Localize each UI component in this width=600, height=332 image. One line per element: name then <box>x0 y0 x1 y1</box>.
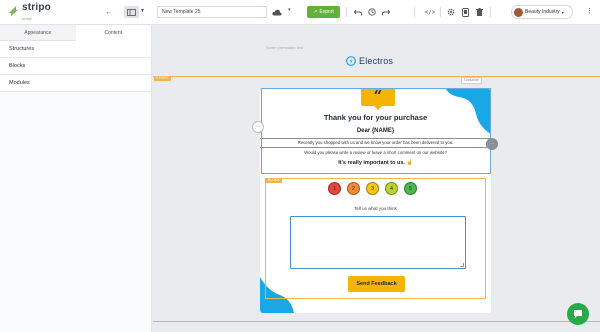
toolbar-divider <box>414 7 415 17</box>
back-arrow-icon[interactable]: ← <box>104 7 114 17</box>
logo-name: stripo <box>22 2 51 13</box>
stripe-guide-line <box>153 321 600 322</box>
chevron-down-icon: ▾ <box>561 9 564 15</box>
code-icon[interactable]: </> <box>424 6 436 18</box>
export-icon: ↗ <box>313 9 318 15</box>
structure-outline <box>261 88 491 174</box>
logo-sub: email <box>22 16 32 21</box>
container-label[interactable]: Container <box>461 77 483 84</box>
redo-icon[interactable] <box>380 6 392 18</box>
tab-appearance[interactable]: Appearance <box>0 25 76 41</box>
export-label: Export <box>319 9 334 15</box>
panel-item-blocks[interactable]: Blocks <box>0 58 151 75</box>
tab-content[interactable]: Content <box>75 25 151 41</box>
panel-item-modules[interactable]: Modules <box>0 75 151 92</box>
left-panel: Appearance Content Structures Blocks Mod… <box>0 25 152 332</box>
brand-name: Electros <box>359 56 394 66</box>
electros-logo-icon <box>346 56 356 66</box>
avatar <box>514 7 523 17</box>
block-badge[interactable]: BLOCK <box>266 178 282 183</box>
stripo-logo[interactable]: stripo email <box>6 3 51 24</box>
stripo-logo-icon <box>6 3 20 17</box>
toolbar-divider <box>346 7 347 17</box>
settings-gear-icon[interactable] <box>445 6 457 18</box>
chevron-down-icon[interactable]: ▾ <box>141 7 144 14</box>
layout-icon <box>127 8 136 16</box>
brand-logo[interactable]: Electros <box>346 56 393 66</box>
panel-empty-area <box>0 92 151 332</box>
support-chat-button[interactable] <box>567 303 589 325</box>
preheader-text[interactable]: Some preheader text <box>266 45 303 50</box>
toolbar-divider <box>440 7 441 17</box>
chat-icon <box>574 310 582 319</box>
more-options-icon[interactable]: ⋮ <box>586 7 593 15</box>
history-icon[interactable] <box>366 6 378 18</box>
panel-tabs: Appearance Content <box>0 25 151 41</box>
panel-item-structures[interactable]: Structures <box>0 41 151 58</box>
preview-icon[interactable] <box>459 6 471 18</box>
view-mode-toggle[interactable] <box>124 6 139 18</box>
account-name: Beauty Industry <box>525 9 560 15</box>
top-toolbar: stripo email ← ▾ ▾ ↗ Export </> <box>0 0 600 25</box>
trash-icon[interactable] <box>473 6 485 18</box>
chevron-down-icon[interactable]: ▾ <box>288 7 291 13</box>
block-menu-right-handle[interactable]: ⋯ <box>486 138 498 150</box>
editor-canvas: Some preheader text Electros STRIPE Cont… <box>153 25 600 332</box>
block-outline <box>265 178 486 299</box>
template-name-input[interactable] <box>157 6 267 18</box>
block-menu-left-handle[interactable]: ⋯ <box>252 121 264 133</box>
undo-icon[interactable] <box>352 6 364 18</box>
account-switcher[interactable]: Beauty Industry ▾ <box>511 5 573 19</box>
export-button[interactable]: ↗ Export <box>307 6 340 18</box>
stripe-badge[interactable]: STRIPE <box>154 76 171 81</box>
toolbar-divider <box>490 7 491 17</box>
cloud-save-icon[interactable] <box>271 6 283 18</box>
stripe-guide-line <box>153 76 600 77</box>
